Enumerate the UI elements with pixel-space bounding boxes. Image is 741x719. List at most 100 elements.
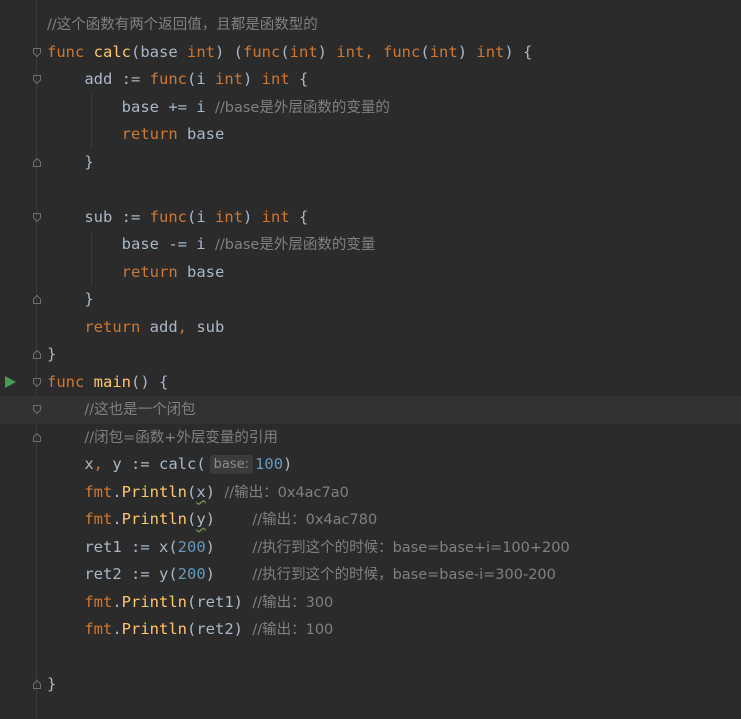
- fold-open-icon[interactable]: [32, 47, 42, 58]
- code-line-text: sub := func(i int) int {: [47, 204, 308, 232]
- code-token: ): [457, 42, 477, 61]
- code-token-warning: y: [196, 510, 206, 528]
- code-token: .: [112, 592, 122, 611]
- fold-close-icon[interactable]: [32, 432, 42, 443]
- fold-open-icon[interactable]: [32, 212, 42, 223]
- run-icon[interactable]: [5, 375, 16, 388]
- code-line-text: fmt.Println(ret1) //输出：300: [47, 589, 333, 618]
- code-line[interactable]: //闭包=函数+外层变量的引用: [0, 424, 741, 452]
- code-line[interactable]: func calc(base int) (func(int) int, func…: [0, 39, 741, 67]
- code-line[interactable]: ret2 := y(200) //执行到这个的时候，base=base-i=30…: [0, 561, 741, 589]
- code-token: y := calc(: [103, 455, 206, 473]
- code-token: ): [205, 482, 225, 501]
- code-token: int: [336, 42, 365, 61]
- code-token: //执行到这个的时候：base=base+i=100+200: [252, 539, 570, 556]
- code-token: main: [93, 372, 131, 391]
- code-line-text: }: [47, 671, 56, 699]
- code-line[interactable]: sub := func(i int) int {: [0, 204, 741, 232]
- code-token: ret2 := y(: [47, 565, 178, 583]
- fold-open-icon[interactable]: [32, 404, 42, 415]
- code-area[interactable]: //这个函数有两个返回值，且都是函数型的 func calc(base int) …: [0, 11, 741, 699]
- code-line-text: }: [47, 149, 93, 177]
- code-token: }: [47, 290, 94, 308]
- code-line[interactable]: base -= i //base是外层函数的变量: [0, 231, 741, 259]
- code-line-text: x, y := calc(base: 100): [47, 451, 292, 479]
- code-line[interactable]: return base: [0, 121, 741, 149]
- code-line[interactable]: }: [0, 671, 741, 699]
- code-token: //输出：300: [252, 594, 334, 611]
- code-line[interactable]: [0, 176, 741, 204]
- code-token: int: [289, 42, 318, 61]
- code-token: ret1 := x(: [47, 537, 178, 556]
- code-line-text: add := func(i int) int {: [47, 66, 308, 94]
- code-line[interactable]: fmt.Println(y) //输出：0x4ac780: [0, 506, 741, 534]
- code-token: //执行到这个的时候，base=base-i=300-200: [252, 567, 556, 583]
- code-line[interactable]: //这也是一个闭包: [0, 396, 741, 424]
- code-token: ,: [177, 317, 187, 336]
- code-token: //输出：0x4ac7a0: [224, 484, 349, 501]
- code-line-text: func main() {: [47, 369, 168, 397]
- code-token: func: [47, 372, 94, 391]
- fold-close-icon[interactable]: [32, 157, 42, 168]
- indent-guide: [91, 93, 92, 149]
- code-token: ): [242, 207, 262, 226]
- code-line[interactable]: add := func(i int) int {: [0, 66, 741, 94]
- code-line-text: fmt.Println(ret2) //输出：100: [47, 616, 333, 645]
- code-line[interactable]: func main() {: [0, 369, 741, 397]
- code-token: {: [289, 207, 309, 226]
- code-token: add :=: [47, 70, 150, 88]
- code-line-text: //这也是一个闭包: [47, 396, 195, 425]
- code-token: ): [283, 455, 293, 473]
- code-line-text: func calc(base int) (func(int) int, func…: [47, 39, 532, 67]
- code-line-text: ret2 := y(200) //执行到这个的时候，base=base-i=30…: [47, 561, 556, 590]
- code-token: Println: [121, 592, 187, 611]
- code-token: return: [121, 125, 178, 143]
- code-token: ,: [364, 42, 384, 61]
- code-token: calc: [93, 42, 131, 61]
- code-token: (: [187, 510, 197, 528]
- code-line[interactable]: return add, sub: [0, 314, 741, 342]
- code-line-text: fmt.Println(y) //输出：0x4ac780: [47, 506, 377, 535]
- code-token: (base: [131, 42, 187, 61]
- code-token: //输出：0x4ac780: [252, 512, 378, 528]
- code-token: int: [214, 207, 243, 226]
- code-line[interactable]: }: [0, 286, 741, 314]
- fold-open-icon[interactable]: [32, 74, 42, 85]
- fold-open-icon[interactable]: [32, 377, 42, 388]
- code-line[interactable]: }: [0, 149, 741, 177]
- code-token: fmt: [84, 592, 113, 611]
- code-token: base -= i: [47, 235, 215, 253]
- code-token: add: [140, 317, 178, 336]
- code-line[interactable]: fmt.Println(ret2) //输出：100: [0, 616, 741, 644]
- code-line[interactable]: }: [0, 341, 741, 369]
- code-line-text: base -= i //base是外层函数的变量: [47, 231, 376, 260]
- code-line[interactable]: ret1 := x(200) //执行到这个的时候：base=base+i=10…: [0, 534, 741, 562]
- code-line[interactable]: //这个函数有两个返回值，且都是函数型的: [0, 11, 741, 39]
- code-line[interactable]: base += i //base是外层函数的变量的: [0, 94, 741, 122]
- code-line[interactable]: fmt.Println(ret1) //输出：300: [0, 589, 741, 617]
- code-token: {: [289, 70, 309, 88]
- code-line[interactable]: [0, 644, 741, 672]
- code-token: return: [121, 262, 178, 281]
- code-token: ): [205, 565, 253, 583]
- code-editor[interactable]: //这个函数有两个返回值，且都是函数型的 func calc(base int) …: [0, 0, 741, 719]
- fold-close-icon[interactable]: [32, 294, 42, 305]
- code-line[interactable]: x, y := calc(base: 100): [0, 451, 741, 479]
- fold-close-icon[interactable]: [32, 349, 42, 360]
- code-token: 100: [255, 455, 284, 473]
- fold-close-icon[interactable]: [32, 679, 42, 690]
- code-token: func: [47, 42, 94, 61]
- code-line[interactable]: return base: [0, 259, 741, 287]
- code-token: (: [187, 482, 197, 501]
- code-token: func: [243, 42, 281, 61]
- code-token: fmt: [84, 620, 113, 638]
- code-token: (ret1): [187, 592, 253, 611]
- code-line-text: }: [47, 286, 94, 314]
- code-line[interactable]: fmt.Println(x) //输出：0x4ac7a0: [0, 479, 741, 507]
